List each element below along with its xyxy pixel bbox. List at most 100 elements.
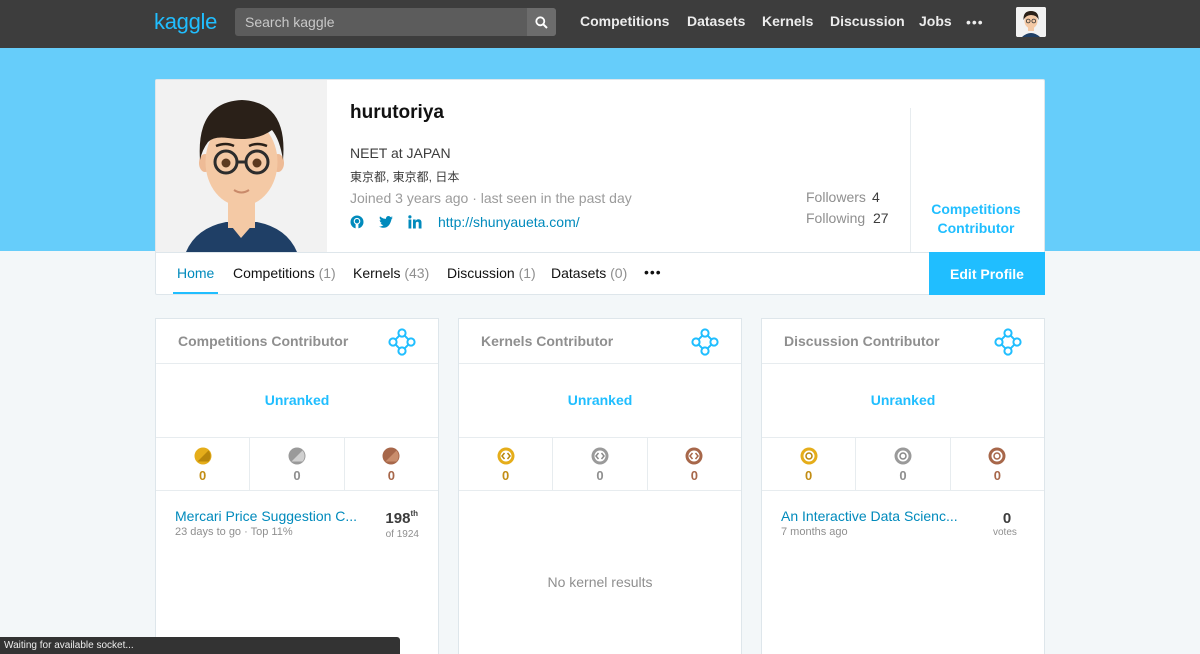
medals-row: 0 0 0	[156, 437, 438, 491]
competition-link[interactable]: Mercari Price Suggestion C...	[175, 508, 357, 524]
gold-medal-count: 0	[199, 468, 207, 483]
linkedin-icon[interactable]	[408, 215, 422, 229]
medals-row: 0 0 0	[762, 437, 1044, 491]
rank-suffix: th	[410, 509, 418, 518]
nav-jobs[interactable]: Jobs	[919, 13, 952, 29]
rank-status: Unranked	[870, 392, 936, 408]
profile-username: hurutoriya	[350, 102, 444, 123]
gold-medal-icon	[194, 447, 212, 465]
competition-meta: 23 days to go · Top 11%	[175, 526, 293, 538]
silver-medal-cell: 0	[856, 438, 951, 490]
following-count[interactable]: 27	[873, 210, 889, 226]
silver-medal-cell: 0	[250, 438, 345, 490]
competitions-contributor-card: Competitions Contributor Unranked 0 0 0 …	[155, 318, 439, 654]
competition-rank: 198th	[385, 509, 418, 527]
gold-medal-cell: 0	[156, 438, 251, 490]
website-link[interactable]: http://shunyaueta.com/	[438, 214, 580, 230]
nav-competitions[interactable]: Competitions	[580, 13, 669, 29]
card-header: Competitions Contributor	[156, 319, 438, 364]
medals-row: 0 0 0	[459, 437, 741, 491]
tab-label: Competitions	[233, 265, 315, 281]
bronze-medal-cell: 0	[951, 438, 1044, 490]
card-title: Discussion Contributor	[784, 333, 940, 349]
following-label[interactable]: Following	[806, 210, 865, 226]
competition-rank-total: of 1924	[385, 529, 419, 540]
contributor-tier-icon	[994, 328, 1022, 356]
active-tab-indicator	[173, 292, 218, 294]
search-box[interactable]	[235, 8, 556, 36]
card-header: Discussion Contributor	[762, 319, 1044, 364]
tab-label: Datasets	[551, 265, 607, 281]
empty-state-text: No kernel results	[547, 574, 653, 590]
votes-label: votes	[993, 527, 1017, 538]
bronze-discussion-medal-icon	[988, 447, 1006, 465]
silver-medal-cell: 0	[553, 438, 648, 490]
bronze-medal-count: 0	[690, 468, 698, 483]
tab-datasets[interactable]: Datasets (0)	[551, 265, 627, 281]
bronze-medal-cell: 0	[345, 438, 438, 490]
nav-more-icon[interactable]: •••	[966, 14, 984, 30]
user-avatar[interactable]	[1016, 7, 1046, 37]
search-input[interactable]	[235, 8, 527, 36]
bronze-medal-cell: 0	[648, 438, 741, 490]
rank-number: 198	[385, 510, 411, 527]
contributor-tier-icon	[388, 328, 416, 356]
silver-kernel-medal-icon	[591, 447, 609, 465]
tab-home[interactable]: Home	[177, 265, 214, 281]
rank-status: Unranked	[567, 392, 633, 408]
tab-count: (1)	[518, 265, 536, 281]
profile-location: 東京都, 東京都, 日本	[350, 170, 460, 184]
tab-label: Kernels	[353, 265, 401, 281]
tier-line-2: Contributor	[937, 220, 1015, 236]
gold-medal-cell: 0	[762, 438, 857, 490]
bronze-medal-icon	[382, 447, 400, 465]
rank-status: Unranked	[264, 392, 330, 408]
card-title: Competitions Contributor	[178, 333, 349, 349]
gold-medal-count: 0	[502, 468, 510, 483]
bronze-kernel-medal-icon	[685, 447, 703, 465]
edit-profile-button[interactable]: Edit Profile	[929, 252, 1045, 295]
tab-competitions[interactable]: Competitions (1)	[233, 265, 336, 281]
tab-discussion[interactable]: Discussion (1)	[447, 265, 536, 281]
tabs-divider	[156, 252, 1044, 253]
tab-kernels[interactable]: Kernels (43)	[353, 265, 429, 281]
tab-label: Home	[177, 265, 215, 281]
search-button[interactable]	[527, 8, 556, 36]
discussion-meta: 7 months ago	[781, 526, 848, 538]
gold-medal-cell: 0	[459, 438, 554, 490]
tab-label: Discussion	[447, 265, 515, 281]
tab-count: (0)	[610, 265, 628, 281]
bronze-medal-count: 0	[387, 468, 395, 483]
twitter-icon[interactable]	[379, 215, 393, 229]
silver-medal-count: 0	[899, 468, 907, 483]
silver-medal-icon	[288, 447, 306, 465]
bronze-medal-count: 0	[993, 468, 1001, 483]
silver-discussion-medal-icon	[894, 447, 912, 465]
gold-kernel-medal-icon	[497, 447, 515, 465]
silver-medal-count: 0	[596, 468, 604, 483]
card-header: Kernels Contributor	[459, 319, 741, 364]
gold-medal-count: 0	[805, 468, 813, 483]
top-nav-bar: kaggle Competitions Datasets Kernels Dis…	[0, 0, 1200, 48]
profile-card: hurutoriya NEET at JAPAN 東京都, 東京都, 日本 Jo…	[155, 79, 1045, 295]
tab-count: (1)	[318, 265, 336, 281]
votes-count: 0	[1002, 510, 1012, 527]
browser-status-bar: Waiting for available socket...	[0, 637, 400, 654]
card-title: Kernels Contributor	[481, 333, 614, 349]
contributor-tier-icon	[691, 328, 719, 356]
social-links: http://shunyaueta.com/	[350, 213, 580, 231]
nav-discussion[interactable]: Discussion	[830, 13, 905, 29]
nav-kernels[interactable]: Kernels	[762, 13, 813, 29]
kaggle-logo[interactable]: kaggle	[154, 9, 217, 35]
tabs-more-icon[interactable]: •••	[644, 264, 662, 280]
discussion-link[interactable]: An Interactive Data Scienc...	[781, 508, 958, 524]
tab-count: (43)	[404, 265, 430, 281]
profile-avatar	[156, 80, 327, 252]
search-icon	[535, 15, 548, 29]
followers-label[interactable]: Followers	[806, 189, 866, 205]
nav-datasets[interactable]: Datasets	[687, 13, 745, 29]
followers-count[interactable]: 4	[872, 189, 880, 205]
gold-discussion-medal-icon	[800, 447, 818, 465]
profile-tier: Competitions Contributor	[911, 200, 1041, 238]
github-icon[interactable]	[350, 215, 364, 229]
